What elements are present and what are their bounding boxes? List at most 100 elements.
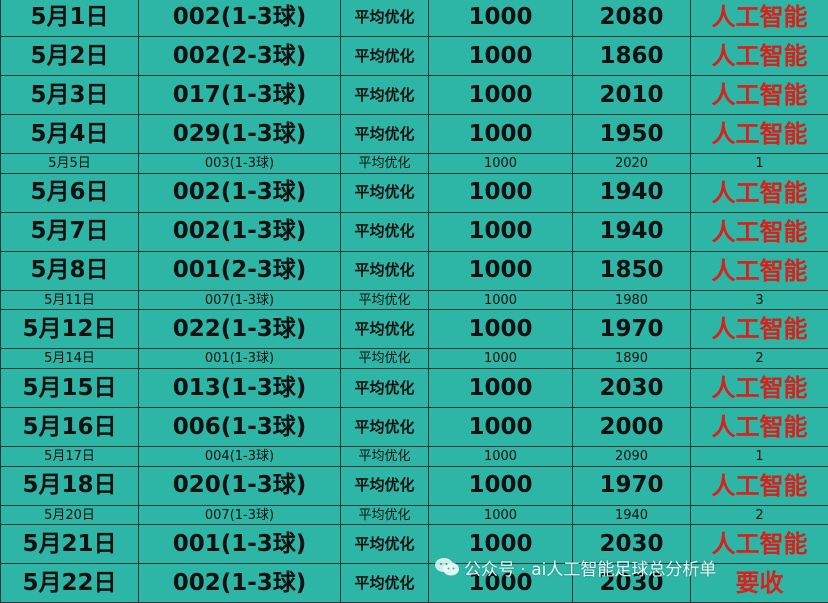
table-row: 5月3日017(1-3球)平均优化10002010人工智能 [1, 76, 828, 115]
date-cell: 5月12日 [1, 310, 139, 349]
result-cell: 人工智能 [691, 76, 828, 115]
table-row: 5月4日029(1-3球)平均优化10001950人工智能 [1, 115, 828, 154]
result-cell: 1 [691, 447, 828, 467]
date-cell: 5月20日 [1, 505, 139, 525]
method-cell: 平均优化 [341, 0, 429, 37]
date-cell: 5月14日 [1, 349, 139, 369]
watermark: 公众号 · ai人工智能足球总分析单 [434, 556, 716, 578]
return-cell: 1890 [573, 349, 691, 369]
return-cell: 2000 [573, 408, 691, 447]
match-cell: 002(1-3球) [139, 212, 341, 251]
results-table-body: 5月1日002(1-3球)平均优化10002080人工智能5月2日002(2-3… [1, 0, 828, 603]
table-row: 5月18日020(1-3球)平均优化10001970人工智能 [1, 466, 828, 505]
match-cell: 022(1-3球) [139, 310, 341, 349]
table-row: 5月6日002(1-3球)平均优化10001940人工智能 [1, 173, 828, 212]
date-cell: 5月7日 [1, 212, 139, 251]
result-cell: 人工智能 [691, 115, 828, 154]
date-cell: 5月22日 [1, 564, 139, 603]
date-cell: 5月15日 [1, 369, 139, 408]
return-cell: 2090 [573, 447, 691, 467]
date-cell: 5月18日 [1, 466, 139, 505]
match-cell: 001(1-3球) [139, 349, 341, 369]
result-cell: 1 [691, 154, 828, 174]
match-cell: 002(2-3球) [139, 37, 341, 76]
result-cell: 人工智能 [691, 310, 828, 349]
stake-cell: 1000 [429, 76, 573, 115]
method-cell: 平均优化 [341, 251, 429, 290]
stake-cell: 1000 [429, 408, 573, 447]
result-cell: 人工智能 [691, 369, 828, 408]
result-cell: 人工智能 [691, 212, 828, 251]
table-row: 5月17日004(1-3球)平均优化100020901 [1, 447, 828, 467]
table-row: 5月14日001(1-3球)平均优化100018902 [1, 349, 828, 369]
stake-cell: 1000 [429, 310, 573, 349]
match-cell: 007(1-3球) [139, 505, 341, 525]
date-cell: 5月2日 [1, 37, 139, 76]
date-cell: 5月3日 [1, 76, 139, 115]
table-row: 5月1日002(1-3球)平均优化10002080人工智能 [1, 0, 828, 37]
method-cell: 平均优化 [341, 310, 429, 349]
stake-cell: 1000 [429, 154, 573, 174]
return-cell: 1850 [573, 251, 691, 290]
result-cell: 人工智能 [691, 408, 828, 447]
date-cell: 5月17日 [1, 447, 139, 467]
return-cell: 1940 [573, 173, 691, 212]
match-cell: 029(1-3球) [139, 115, 341, 154]
method-cell: 平均优化 [341, 173, 429, 212]
match-cell: 004(1-3球) [139, 447, 341, 467]
method-cell: 平均优化 [341, 154, 429, 174]
method-cell: 平均优化 [341, 564, 429, 603]
method-cell: 平均优化 [341, 290, 429, 310]
return-cell: 1980 [573, 290, 691, 310]
stake-cell: 1000 [429, 251, 573, 290]
match-cell: 003(1-3球) [139, 154, 341, 174]
table-row: 5月16日006(1-3球)平均优化10002000人工智能 [1, 408, 828, 447]
stake-cell: 1000 [429, 505, 573, 525]
result-cell: 人工智能 [691, 466, 828, 505]
match-cell: 007(1-3球) [139, 290, 341, 310]
method-cell: 平均优化 [341, 212, 429, 251]
method-cell: 平均优化 [341, 349, 429, 369]
method-cell: 平均优化 [341, 369, 429, 408]
date-cell: 5月6日 [1, 173, 139, 212]
stake-cell: 1000 [429, 37, 573, 76]
stake-cell: 1000 [429, 115, 573, 154]
stake-cell: 1000 [429, 349, 573, 369]
match-cell: 017(1-3球) [139, 76, 341, 115]
result-cell: 人工智能 [691, 251, 828, 290]
method-cell: 平均优化 [341, 505, 429, 525]
method-cell: 平均优化 [341, 76, 429, 115]
match-cell: 020(1-3球) [139, 466, 341, 505]
table-row: 5月5日003(1-3球)平均优化100020201 [1, 154, 828, 174]
return-cell: 1940 [573, 212, 691, 251]
stake-cell: 1000 [429, 290, 573, 310]
stake-cell: 1000 [429, 447, 573, 467]
method-cell: 平均优化 [341, 37, 429, 76]
method-cell: 平均优化 [341, 115, 429, 154]
table-row: 5月8日001(2-3球)平均优化10001850人工智能 [1, 251, 828, 290]
date-cell: 5月1日 [1, 0, 139, 37]
result-cell: 2 [691, 505, 828, 525]
stake-cell: 1000 [429, 466, 573, 505]
stake-cell: 1000 [429, 212, 573, 251]
result-cell: 人工智能 [691, 173, 828, 212]
result-cell: 人工智能 [691, 37, 828, 76]
stake-cell: 1000 [429, 369, 573, 408]
date-cell: 5月5日 [1, 154, 139, 174]
return-cell: 2080 [573, 0, 691, 37]
date-cell: 5月21日 [1, 525, 139, 564]
match-cell: 001(1-3球) [139, 525, 341, 564]
match-cell: 013(1-3球) [139, 369, 341, 408]
table-row: 5月11日007(1-3球)平均优化100019803 [1, 290, 828, 310]
watermark-text: 公众号 · ai人工智能足球总分析单 [464, 555, 716, 580]
table-row: 5月12日022(1-3球)平均优化10001970人工智能 [1, 310, 828, 349]
result-cell: 3 [691, 290, 828, 310]
date-cell: 5月4日 [1, 115, 139, 154]
return-cell: 1970 [573, 466, 691, 505]
stake-cell: 1000 [429, 173, 573, 212]
return-cell: 1940 [573, 505, 691, 525]
method-cell: 平均优化 [341, 408, 429, 447]
table-row: 5月2日002(2-3球)平均优化10001860人工智能 [1, 37, 828, 76]
result-cell: 人工智能 [691, 0, 828, 37]
method-cell: 平均优化 [341, 525, 429, 564]
